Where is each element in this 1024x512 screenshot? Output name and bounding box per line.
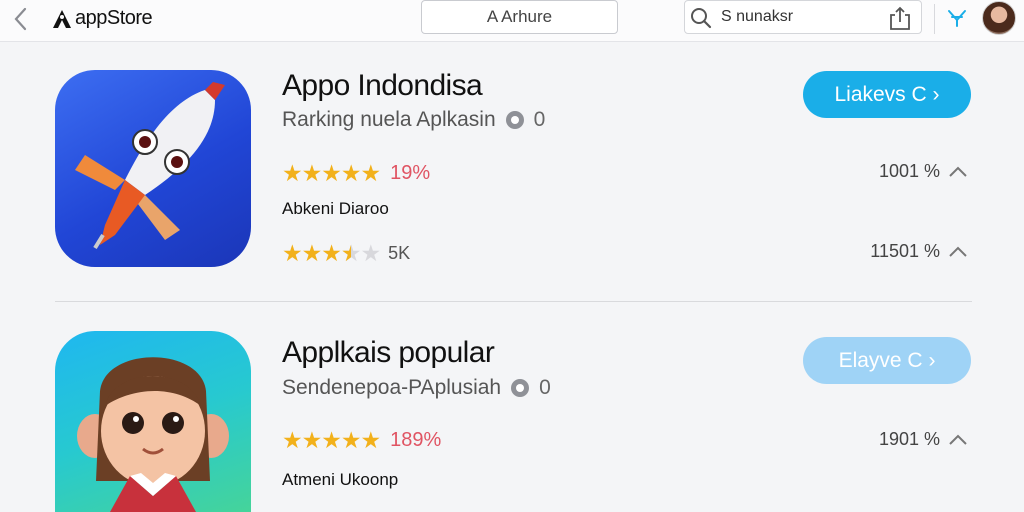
stat-value: 1901 % (879, 429, 968, 450)
chevron-right-icon: › (928, 348, 936, 372)
stat-text: 11501 % (870, 241, 940, 261)
app-title[interactable]: Applkais popular (282, 336, 495, 370)
stat-text: 1901 % (878, 429, 940, 449)
subtitle-count: 0 (533, 108, 546, 131)
network-icon[interactable] (946, 8, 968, 28)
half-star-icon: ★★ (340, 240, 362, 266)
info-icon (505, 111, 524, 129)
star-icon: ★★★ (282, 240, 342, 266)
list-divider (55, 301, 972, 302)
rating-percent: 189% (390, 429, 442, 451)
get-button-label: Elayve C (838, 348, 923, 372)
rating-percent: 19% (390, 162, 431, 184)
stat-value-secondary: 11501 % (870, 241, 968, 262)
get-button[interactable]: Elayve C › (803, 337, 971, 384)
search-icon (691, 8, 712, 29)
top-bar: appStore A Arhure S nunaksr (0, 0, 1024, 42)
app-icon-character[interactable] (55, 331, 251, 512)
star-rating: ★★★★★ 189% (282, 427, 441, 454)
avatar[interactable] (982, 1, 1016, 35)
rating-count: 5K (388, 243, 411, 263)
stat-text: 1001 % (878, 161, 940, 181)
rocket-icon (75, 82, 225, 250)
app-store-logo-icon (53, 9, 71, 28)
chevron-right-icon: › (932, 82, 940, 106)
get-button[interactable]: Liakevs C › (803, 71, 971, 118)
chevron-up-icon[interactable] (948, 166, 968, 178)
share-icon[interactable] (887, 5, 913, 31)
logo-text: appStore (75, 7, 153, 29)
app-icon-rocket[interactable] (55, 70, 251, 267)
star-icon: ★★★★★ (282, 427, 381, 453)
info-icon (511, 379, 530, 397)
developer-name[interactable]: Abkeni Diaroo (282, 199, 389, 219)
star-rating: ★★★★★ 19% (282, 160, 430, 187)
star-icon: ★★★★★ (282, 160, 381, 186)
character-icon (77, 357, 229, 512)
toolbar-divider (934, 4, 935, 34)
archive-button[interactable]: A Arhure (421, 0, 618, 34)
search-bar[interactable]: S nunaksr (684, 0, 922, 34)
app-store-logo[interactable]: appStore (52, 7, 153, 30)
app-subtitle: Sendenepoa-PAplusiah 0 (282, 376, 551, 400)
subtitle-text: Rarking nuela Aplkasin (282, 108, 496, 131)
star-rating-secondary: ★★★★★★ 5K (282, 240, 410, 267)
get-button-label: Liakevs C (834, 82, 927, 106)
stat-value: 1001 % (879, 161, 968, 182)
subtitle-count: 0 (539, 376, 551, 399)
chevron-up-icon[interactable] (948, 434, 968, 446)
back-arrow-icon[interactable] (10, 6, 32, 32)
app-title[interactable]: Appo Indondisa (282, 69, 483, 103)
developer-name[interactable]: Atmeni Ukoonp (282, 470, 398, 490)
app-subtitle: Rarking nuela Aplkasin 0 (282, 108, 545, 132)
subtitle-text: Sendenepoa-PAplusiah (282, 376, 502, 399)
search-input[interactable]: S nunaksr (721, 8, 793, 26)
star-empty-icon: ★ (360, 240, 381, 266)
chevron-up-icon[interactable] (948, 246, 968, 258)
